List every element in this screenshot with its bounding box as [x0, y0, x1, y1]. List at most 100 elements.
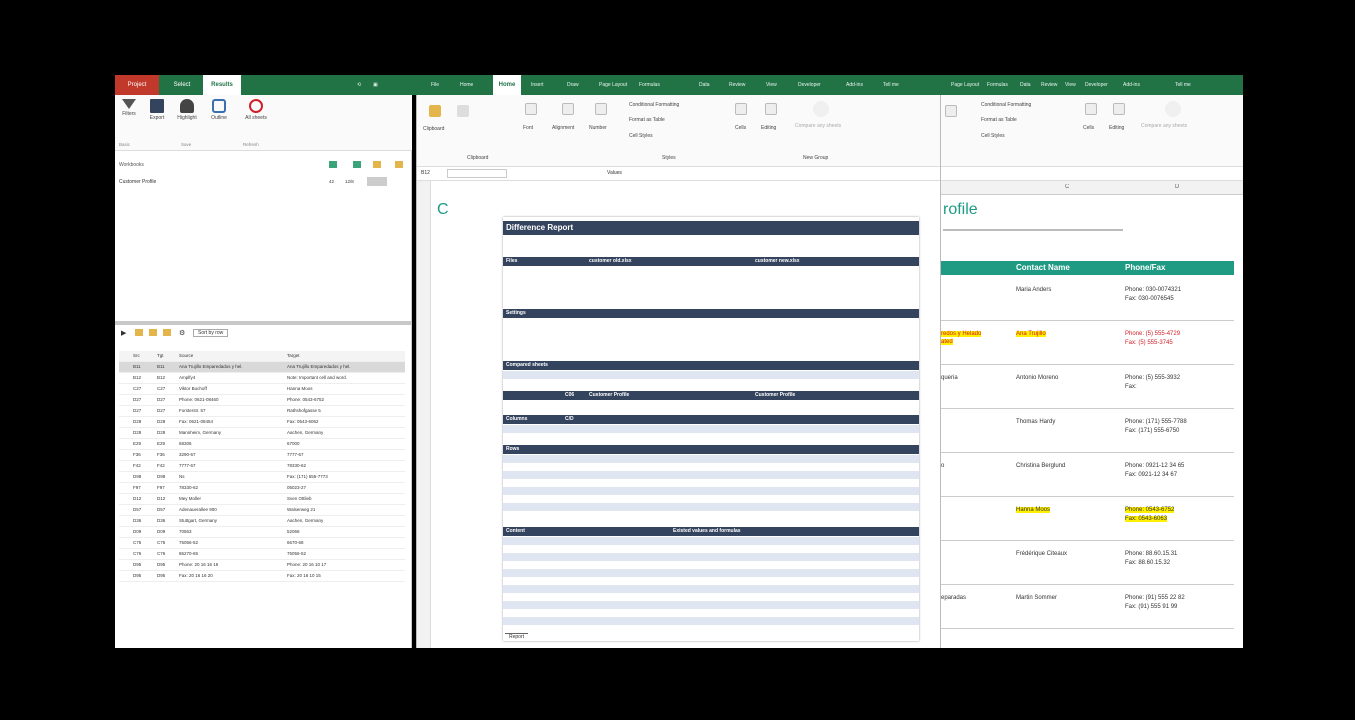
tab-insert[interactable]: Insert	[531, 75, 544, 95]
customer-row[interactable]: Thomas Hardy Phone: (171) 555-7788 Fax: (1…	[941, 409, 1234, 453]
settings-icon[interactable]: ⚙	[179, 329, 185, 337]
table-row[interactable]: D27 D27 Forsterstr. 57 Rathshofgasse 5	[119, 406, 405, 417]
workbook-item-customer-profile[interactable]: Customer Profile	[119, 179, 156, 185]
sheet-tab-report[interactable]: Report	[505, 633, 529, 640]
compare-icon[interactable]	[1165, 101, 1181, 117]
cut-icon[interactable]	[457, 105, 469, 117]
tab-addins[interactable]: Add-ins	[846, 75, 863, 95]
column-header-c[interactable]: C	[1065, 184, 1069, 190]
table-row[interactable]: D28 D28 Fax: 0621-08454 Fax: 0543-6062	[119, 417, 405, 428]
cells-icon[interactable]	[735, 103, 747, 115]
table-row[interactable]: F97 F97 78330-62 05023-27	[119, 483, 405, 494]
number-format-icon[interactable]	[945, 105, 957, 117]
table-row[interactable]: B11 B11 Ana Trujillo Emparedados y hel. Ana…	[119, 362, 405, 373]
column-header-d[interactable]: D	[1175, 184, 1179, 190]
table-row[interactable]: D12 D12 Mey Moller Sven Ottlieb	[119, 494, 405, 505]
font-icon[interactable]	[525, 103, 537, 115]
tab-review[interactable]: Review	[729, 75, 745, 95]
table-row[interactable]: F42 F42 7777-67 78330-62	[119, 461, 405, 472]
cell-styles-button[interactable]: Cell Styles	[981, 133, 1005, 139]
header-source[interactable]: Source	[179, 353, 193, 358]
play-icon[interactable]: ▶	[121, 329, 126, 337]
sheet-icon[interactable]	[329, 161, 337, 168]
cell-styles-button[interactable]: Cell Styles	[629, 133, 653, 139]
table-row[interactable]: D95 D95 Phone: 20 16 16 16 Phone: 20 16 10 …	[119, 560, 405, 571]
tab-page-layout-right[interactable]: Page Layout	[951, 75, 979, 95]
search-icon[interactable]	[1113, 103, 1125, 115]
table-row[interactable]: D27 D27 Phone: 0621-08460 Phone: 0543-6752	[119, 395, 405, 406]
refresh-all-sheets-button[interactable]: All sheets	[242, 99, 270, 121]
tab-tell-me[interactable]: Tell me	[883, 75, 899, 95]
formula-input[interactable]: Values	[607, 170, 622, 176]
table-row[interactable]: D28 D28 Mannheim, Germany Aachen, Germany	[119, 428, 405, 439]
tab-addins-right[interactable]: Add-ins	[1123, 75, 1140, 95]
number-format-icon[interactable]	[595, 103, 607, 115]
paste-icon[interactable]	[429, 105, 441, 117]
folder-icon[interactable]	[373, 161, 381, 168]
customer-row[interactable]: eparadas Martin Sommer Phone: (91) 555 22 …	[941, 585, 1234, 629]
tab-home-mid-label[interactable]: Home	[460, 75, 473, 95]
highlight-button[interactable]: Highlight	[173, 99, 201, 121]
table-row[interactable]: D36 D36 Stuttgart, Germany Aachen, Germany	[119, 516, 405, 527]
sheet-icon[interactable]	[353, 161, 361, 168]
undo-icon[interactable]: ⟲	[357, 75, 361, 95]
alignment-icon[interactable]	[562, 103, 574, 115]
table-row[interactable]: D57 D57 Adenauerallee 900 Walserweg 21	[119, 505, 405, 516]
tab-view[interactable]: View	[766, 75, 777, 95]
table-row[interactable]: F36 F36 3290-67 7777-67	[119, 450, 405, 461]
header-src[interactable]: Src	[133, 353, 140, 358]
tab-formulas[interactable]: Formulas	[639, 75, 660, 95]
conditional-formatting-button[interactable]: Conditional Formatting	[981, 102, 1031, 108]
header-target[interactable]: Target	[287, 353, 300, 358]
format-as-table-button[interactable]: Format as Table	[981, 117, 1017, 123]
table-row[interactable]: B12 B12 Amplfy4 Note: Important cell and wo…	[119, 373, 405, 384]
expand-icon[interactable]	[135, 329, 143, 336]
tab-page-layout[interactable]: Page Layout	[599, 75, 627, 95]
header-tgt[interactable]: Tgt	[157, 353, 164, 358]
collapse-icon[interactable]	[149, 329, 157, 336]
outline-button[interactable]: Outline	[205, 99, 233, 121]
customer-row[interactable]: o Christina Berglund Phone: 0921-12 34 65 F…	[941, 453, 1234, 497]
tab-data[interactable]: Data	[699, 75, 710, 95]
filter-rows-icon[interactable]	[163, 329, 171, 336]
tab-developer-right[interactable]: Developer	[1085, 75, 1108, 95]
tab-data-right[interactable]: Data	[1020, 75, 1031, 95]
tab-formulas-right[interactable]: Formulas	[987, 75, 1008, 95]
tab-select[interactable]: Select	[163, 75, 201, 95]
name-box[interactable]: B12	[421, 170, 430, 176]
table-row[interactable]: E29 E29 68306 67000	[119, 439, 405, 450]
table-row[interactable]: D95 D95 Fax: 20 16 16 20 Fax: 20 16 10 15	[119, 571, 405, 582]
view-toggle-button[interactable]	[367, 177, 387, 186]
tab-draw[interactable]: Draw	[567, 75, 579, 95]
tab-developer[interactable]: Developer	[798, 75, 821, 95]
customer-row[interactable]: Frédérique Citeaux Phone: 88.60.15.31 Fax:…	[941, 541, 1234, 585]
tab-view-right[interactable]: View	[1065, 75, 1076, 95]
filters-button[interactable]: Filters	[115, 99, 143, 117]
customer-row[interactable]: queria Antonio Moreno Phone: (5) 555-3932 F…	[941, 365, 1234, 409]
folder-icon[interactable]	[395, 161, 403, 168]
customer-row[interactable]: Hanna Moos Phone: 0543-6752 Fax: 0543-6063	[941, 497, 1234, 541]
cells-icon[interactable]	[1085, 103, 1097, 115]
customer-row[interactable]: redos y Helado ated Ana Trujillo Phone: (5)…	[941, 321, 1234, 365]
tab-tell-me-right[interactable]: Tell me	[1175, 75, 1191, 95]
export-button[interactable]: Export	[143, 99, 171, 121]
pane-splitter[interactable]	[115, 321, 412, 325]
search-icon[interactable]	[765, 103, 777, 115]
table-row[interactable]: C76 C76 86270-65 75056-52	[119, 549, 405, 560]
save-icon[interactable]: ▣	[373, 75, 378, 95]
table-row[interactable]: D09 D09 70563 52066	[119, 527, 405, 538]
conditional-formatting-button[interactable]: Conditional Formatting	[629, 102, 679, 108]
name-box-field[interactable]	[447, 169, 507, 178]
tab-results[interactable]: Results	[203, 75, 241, 95]
table-row[interactable]: C27 C27 Viktor Buchoff Hanna Moos	[119, 384, 405, 395]
sort-dropdown[interactable]: Sort by row	[193, 329, 229, 337]
tab-home[interactable]: Home	[493, 75, 521, 95]
table-row[interactable]: D98 D98 Ns Fax: (171) 555-7773	[119, 472, 405, 483]
compare-icon[interactable]	[813, 101, 829, 117]
format-as-table-button[interactable]: Format as Table	[629, 117, 665, 123]
compare-any-sheets-button[interactable]: Compare any sheets	[795, 123, 841, 129]
customer-row[interactable]: Maria Anders Phone: 030-0074321 Fax: 030-0…	[941, 277, 1234, 321]
tab-project[interactable]: Project	[115, 75, 159, 95]
compare-any-sheets-button[interactable]: Compare any sheets	[1141, 123, 1187, 129]
tab-review-right[interactable]: Review	[1041, 75, 1057, 95]
